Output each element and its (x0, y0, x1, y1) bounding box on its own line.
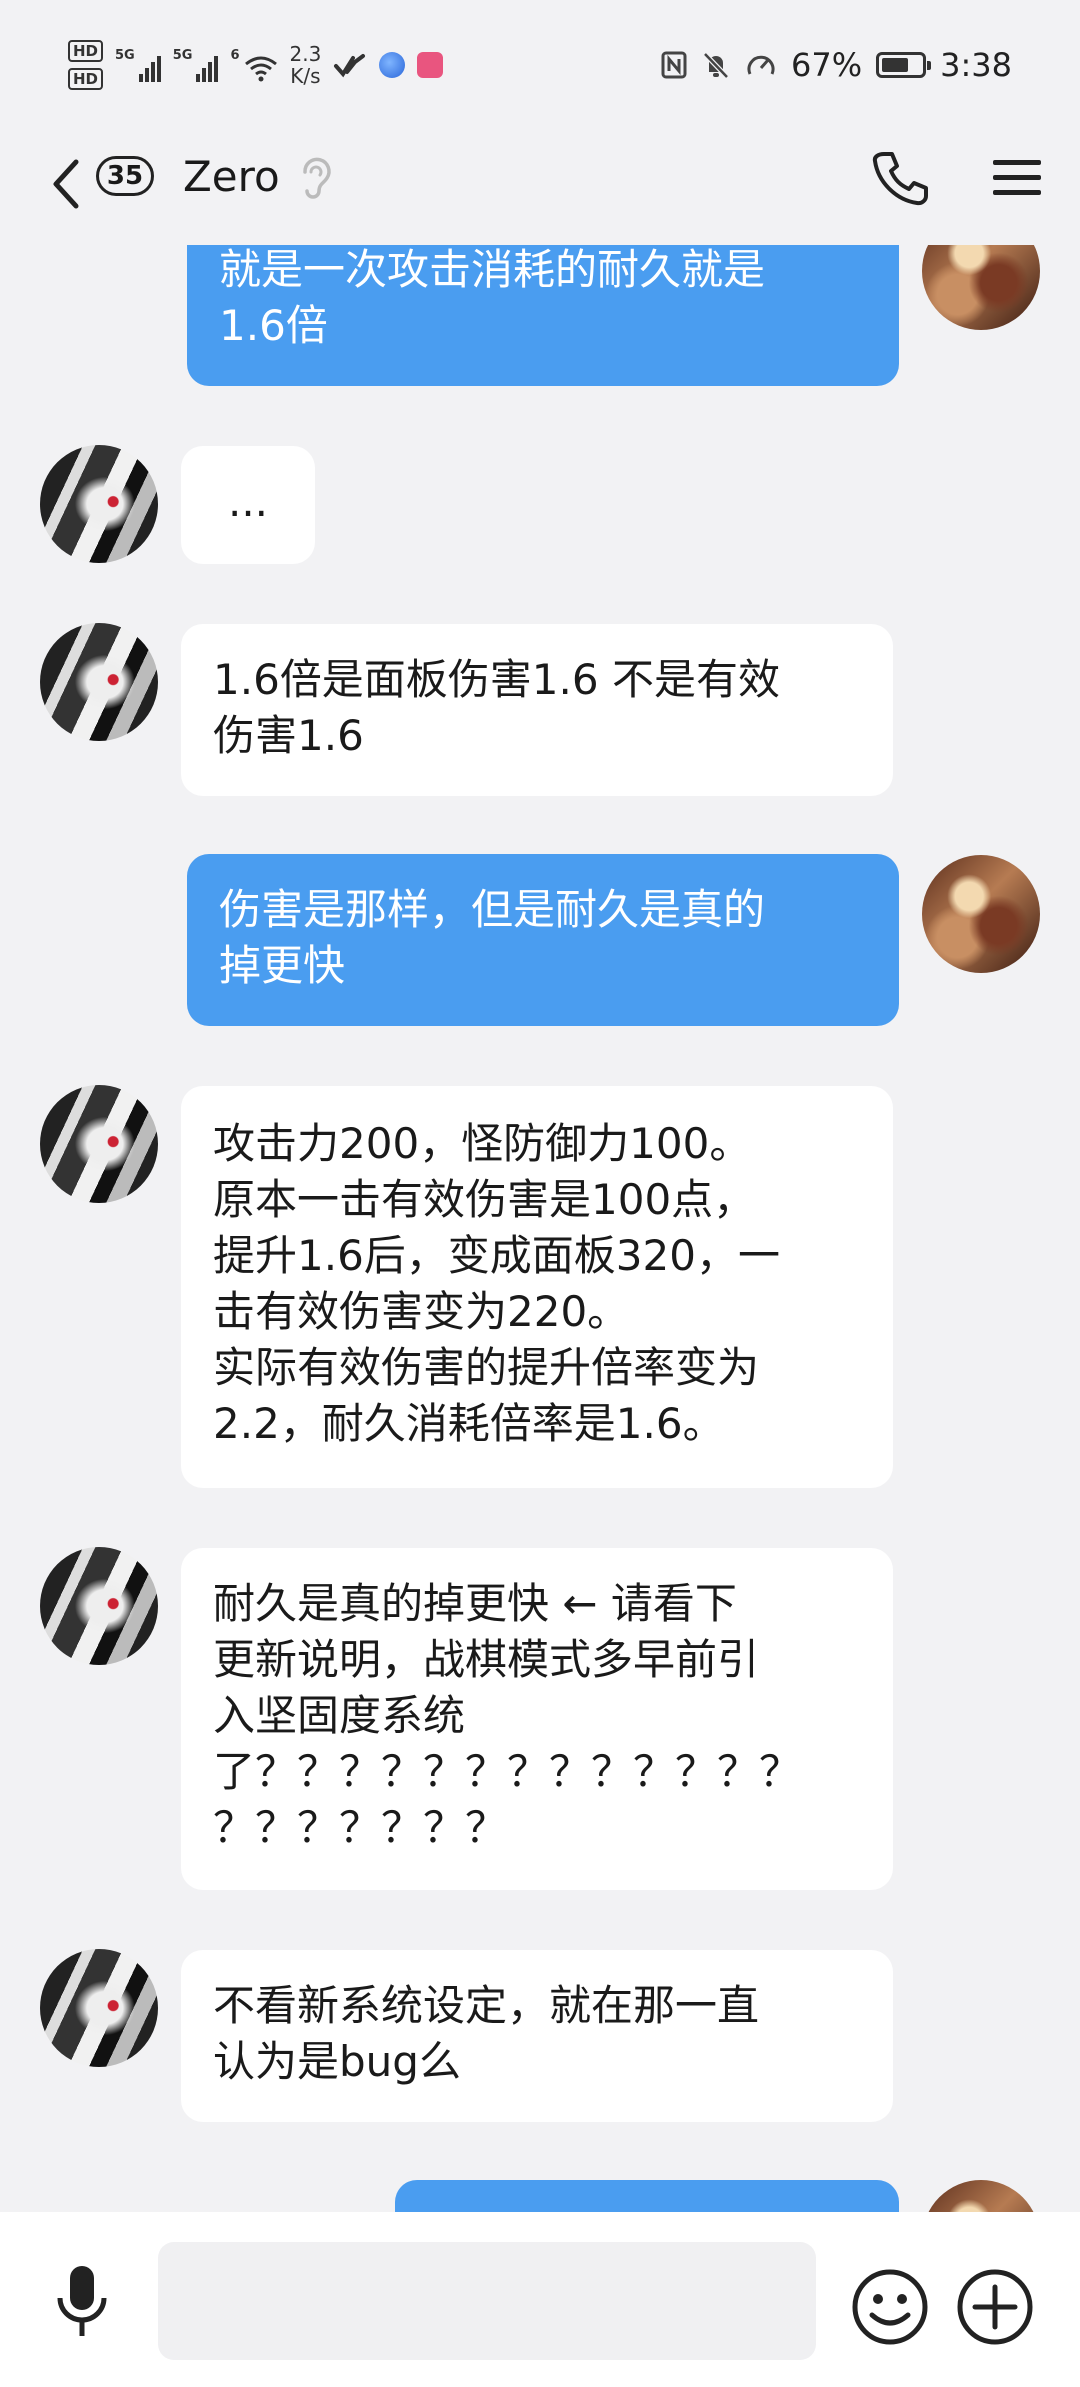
video-app-icon (417, 52, 444, 78)
wifi-icon: 6 (230, 48, 277, 82)
chat-header: 35 Zero (0, 130, 1080, 245)
battery-icon (876, 52, 932, 78)
hd-badge-2: HD (68, 68, 104, 90)
contact-avatar[interactable] (40, 445, 158, 563)
hd-indicators: HD HD (68, 40, 104, 90)
speed-value: 2.3 (289, 42, 322, 66)
message-bubble-received[interactable]: 不看新系统设定，就在那一直 认为是bug么 (181, 1950, 893, 2122)
contact-avatar[interactable] (40, 1949, 158, 2067)
hd-badge-1: HD (68, 40, 104, 62)
signal-sim1-icon: 5G (115, 48, 161, 82)
network-speed: 2.3 K/s (290, 43, 322, 87)
message-bubble-received[interactable]: 攻击力200，怪防御力100。 原本一击有效伤害是100点， 提升1.6后，变成… (181, 1086, 893, 1488)
app-notification-icon (334, 54, 366, 78)
battery-percent: 67% (791, 46, 863, 84)
clock: 3:38 (940, 46, 1012, 84)
sim1-label: 5G (115, 48, 135, 63)
message-list[interactable]: 就是一次攻击消耗的耐久就是 1.6倍 ... 1.6倍是面板伤害1.6 不是有效… (0, 0, 1080, 2300)
back-arrow-icon[interactable] (46, 154, 86, 214)
status-right: 67% 3:38 (661, 46, 1012, 84)
ear-mode-icon[interactable] (295, 154, 335, 204)
message-bubble-received[interactable]: ... (181, 446, 315, 564)
sim2-label: 5G (172, 48, 193, 63)
browser-app-icon (379, 52, 406, 78)
wifi-label: 6 (230, 48, 240, 63)
speed-unit: K/s (290, 64, 321, 88)
input-bar (0, 2212, 1080, 2387)
status-left: HD HD 5G 5G 6 2.3 K/s (68, 40, 444, 90)
signal-sim2-icon: 5G (173, 48, 219, 82)
nfc-icon (661, 51, 687, 79)
unread-count-badge[interactable]: 35 (96, 156, 154, 196)
speedometer-icon (747, 55, 775, 75)
message-bubble-sent[interactable]: 伤害是那样，但是耐久是真的 掉更快 (187, 854, 899, 1026)
contact-avatar[interactable] (40, 1085, 158, 1203)
emoji-icon[interactable] (850, 2267, 930, 2347)
microphone-icon[interactable] (50, 2262, 114, 2342)
contact-avatar[interactable] (40, 1547, 158, 1665)
status-bar: HD HD 5G 5G 6 2.3 K/s 67% 3:38 (0, 0, 1080, 130)
chat-title[interactable]: Zero (183, 152, 280, 201)
my-avatar[interactable] (922, 855, 1040, 973)
plus-icon[interactable] (955, 2267, 1035, 2347)
contact-avatar[interactable] (40, 623, 158, 741)
phone-call-icon[interactable] (870, 148, 930, 208)
menu-icon[interactable] (993, 156, 1041, 200)
message-input[interactable] (158, 2242, 816, 2360)
message-bubble-received[interactable]: 耐久是真的掉更快 ← 请看下 更新说明，战棋模式多早前引 入坚固度系统 了？？？… (181, 1548, 893, 1890)
mute-bell-icon (703, 52, 729, 79)
message-bubble-received[interactable]: 1.6倍是面板伤害1.6 不是有效 伤害1.6 (181, 624, 893, 796)
